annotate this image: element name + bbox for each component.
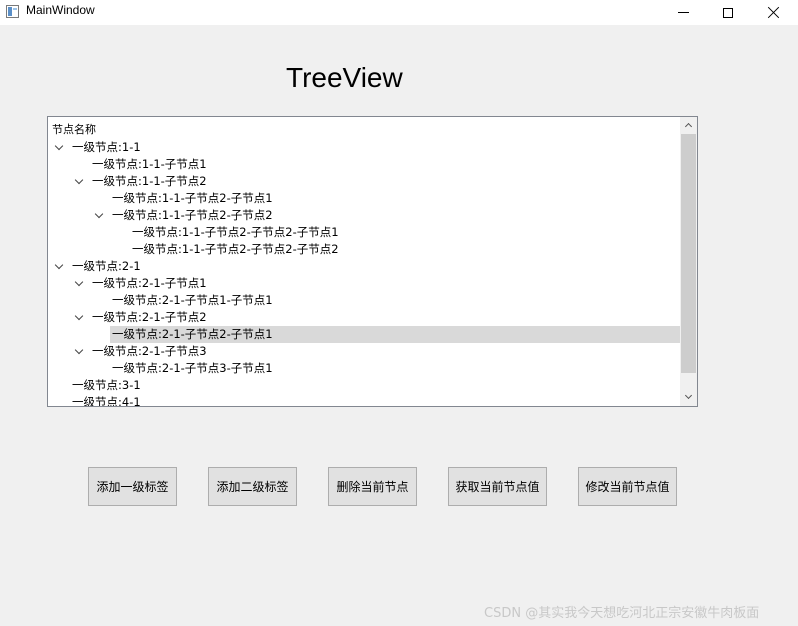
tree-node-label: 一级节点:2-1-子节点1-子节点1 xyxy=(112,293,273,307)
tree-node-label: 一级节点:1-1-子节点2-子节点2 xyxy=(112,208,273,222)
tree-node-row[interactable]: 一级节点:1-1-子节点2-子节点1 xyxy=(48,190,681,207)
get-node-value-button[interactable]: 获取当前节点值 xyxy=(448,467,547,506)
edit-node-value-button[interactable]: 修改当前节点值 xyxy=(578,467,677,506)
tree-node-row[interactable]: 一级节点:2-1-子节点2 xyxy=(48,309,681,326)
tree-node-label: 一级节点:2-1-子节点2-子节点1 xyxy=(110,326,681,343)
tree-node-row[interactable]: 一级节点:4-1 xyxy=(48,394,681,407)
vertical-scrollbar[interactable] xyxy=(680,117,697,406)
tree-node-label: 一级节点:2-1-子节点3 xyxy=(92,344,207,358)
tree-node-label: 一级节点:2-1 xyxy=(72,259,141,273)
tree-rows: 一级节点:1-1 一级节点:1-1-子节点1 一级节点:1-1-子节点2 一级节点:1… xyxy=(48,139,681,407)
add-level1-button[interactable]: 添加一级标签 xyxy=(88,467,177,506)
scrollbar-thumb[interactable] xyxy=(681,134,696,373)
minimize-icon xyxy=(677,12,689,13)
chevron-down-icon[interactable] xyxy=(52,139,66,156)
window-title: MainWindow xyxy=(26,3,95,17)
add-level2-button[interactable]: 添加二级标签 xyxy=(208,467,297,506)
chevron-down-icon[interactable] xyxy=(72,343,86,360)
scroll-up-icon[interactable] xyxy=(680,117,697,134)
title-bar: MainWindow xyxy=(0,0,798,25)
tree-node-row[interactable]: 一级节点:1-1 xyxy=(48,139,681,156)
close-icon xyxy=(767,6,780,19)
tree-node-row[interactable]: 一级节点:3-1 xyxy=(48,377,681,394)
delete-node-button[interactable]: 删除当前节点 xyxy=(328,467,417,506)
tree-node-row[interactable]: 一级节点:1-1-子节点2-子节点2-子节点1 xyxy=(48,224,681,241)
chevron-down-icon[interactable] xyxy=(52,258,66,275)
tree-node-label: 一级节点:3-1 xyxy=(72,378,141,392)
tree-node-row[interactable]: 一级节点:2-1-子节点1-子节点1 xyxy=(48,292,681,309)
tree-node-label: 一级节点:1-1-子节点2-子节点1 xyxy=(112,191,273,205)
tree-node-label: 一级节点:1-1-子节点1 xyxy=(92,157,207,171)
tree-node-row[interactable]: 一级节点:2-1 xyxy=(48,258,681,275)
tree-node-label: 一级节点:2-1-子节点1 xyxy=(92,276,207,290)
tree-node-label: 一级节点:2-1-子节点3-子节点1 xyxy=(112,361,273,375)
chevron-down-icon[interactable] xyxy=(72,173,86,190)
tree-column-header: 节点名称 xyxy=(52,123,96,136)
tree-node-label: 一级节点:4-1 xyxy=(72,395,141,407)
tree-node-row[interactable]: 一级节点:2-1-子节点1 xyxy=(48,275,681,292)
tree-node-label: 一级节点:1-1-子节点2 xyxy=(92,174,207,188)
tree-view[interactable]: 节点名称 一级节点:1-1 一级节点:1-1-子节点1 一级节点:1-1-子节点2 一… xyxy=(47,116,698,407)
maximize-button[interactable] xyxy=(705,0,751,25)
tree-node-row[interactable]: 一级节点:2-1-子节点2-子节点1 xyxy=(48,326,681,343)
app-window-icon xyxy=(6,5,19,18)
tree-node-row[interactable]: 一级节点:1-1-子节点2-子节点2-子节点2 xyxy=(48,241,681,258)
minimize-button[interactable] xyxy=(660,0,706,25)
tree-node-row[interactable]: 一级节点:1-1-子节点2-子节点2 xyxy=(48,207,681,224)
maximize-icon xyxy=(723,7,733,18)
close-button[interactable] xyxy=(750,0,796,25)
tree-node-label: 一级节点:2-1-子节点2 xyxy=(92,310,207,324)
tree-node-row[interactable]: 一级节点:1-1-子节点1 xyxy=(48,156,681,173)
chevron-down-icon[interactable] xyxy=(72,309,86,326)
chevron-down-icon[interactable] xyxy=(92,207,106,224)
chevron-down-icon[interactable] xyxy=(72,275,86,292)
tree-node-row[interactable]: 一级节点:2-1-子节点3-子节点1 xyxy=(48,360,681,377)
tree-node-row[interactable]: 一级节点:2-1-子节点3 xyxy=(48,343,681,360)
tree-node-row[interactable]: 一级节点:1-1-子节点2 xyxy=(48,173,681,190)
tree-node-label: 一级节点:1-1-子节点2-子节点2-子节点1 xyxy=(132,225,339,239)
tree-node-label: 一级节点:1-1 xyxy=(72,140,141,154)
tree-node-label: 一级节点:1-1-子节点2-子节点2-子节点2 xyxy=(132,242,339,256)
scroll-down-icon[interactable] xyxy=(680,389,697,406)
watermark: CSDN @其实我今天想吃河北正宗安徽牛肉板面 xyxy=(484,606,760,621)
page-title: TreeView xyxy=(286,62,403,93)
